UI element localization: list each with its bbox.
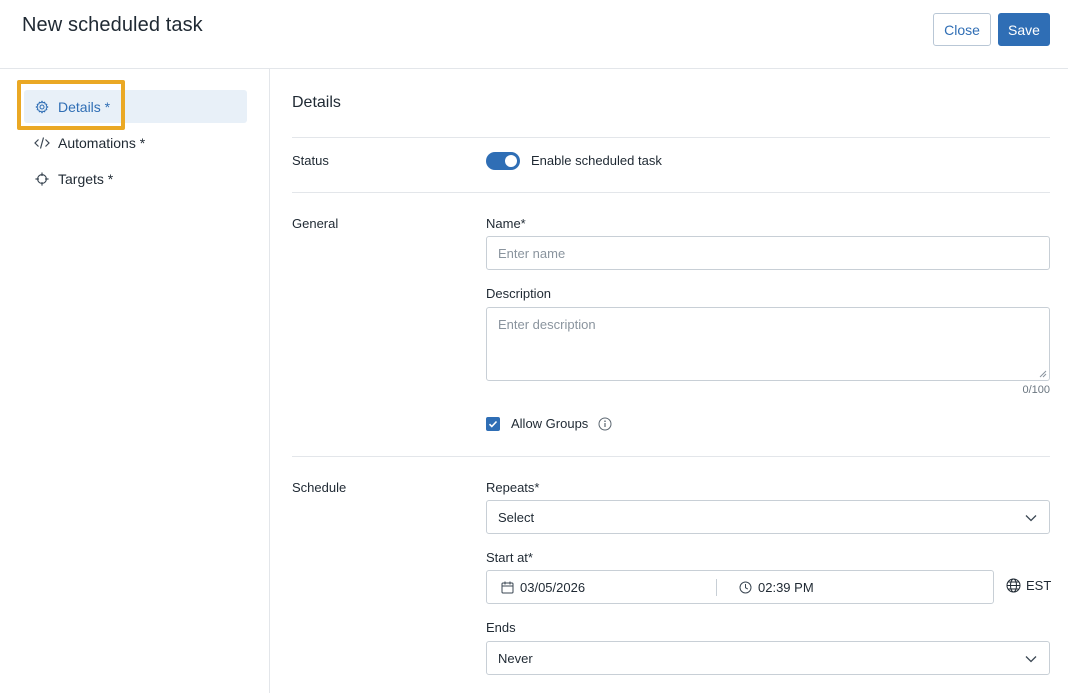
name-label: Name* [486, 216, 526, 231]
allow-groups-checkbox[interactable] [486, 417, 500, 431]
start-datetime-field: 03/05/2026 02:39 PM [486, 570, 994, 604]
info-icon[interactable] [598, 417, 612, 431]
calendar-icon [501, 581, 514, 593]
divider [292, 137, 1050, 138]
status-label: Status [292, 153, 329, 168]
crosshair-icon [34, 171, 50, 187]
page-title: New scheduled task [22, 14, 203, 36]
chevron-down-icon [1025, 515, 1037, 522]
check-icon [488, 420, 498, 428]
sidebar-item-automations[interactable]: Automations * [24, 126, 247, 159]
name-input[interactable]: Enter name [486, 236, 1050, 270]
ends-label: Ends [486, 620, 516, 635]
sidebar-item-targets[interactable]: Targets * [24, 162, 247, 195]
close-button[interactable]: Close [933, 13, 991, 46]
header: New scheduled task Close Save [0, 0, 1068, 69]
allow-groups-label: Allow Groups [511, 416, 589, 431]
toggle-knob [505, 155, 517, 167]
repeats-label: Repeats* [486, 480, 540, 495]
sidebar: Details * Automations * Targets * [0, 69, 270, 693]
enable-task-toggle[interactable] [486, 152, 520, 170]
globe-icon [1006, 578, 1021, 593]
repeats-value: Select [498, 509, 535, 525]
sidebar-item-label: Automations * [58, 134, 146, 151]
section-title: Details [292, 94, 341, 111]
chevron-down-icon [1025, 656, 1037, 663]
start-time-value: 02:39 PM [758, 579, 814, 595]
start-date-value: 03/05/2026 [520, 579, 586, 595]
gear-icon [34, 99, 50, 115]
main-content: Details Status Enable scheduled task Gen… [270, 69, 1068, 693]
enable-task-label: Enable scheduled task [531, 153, 662, 168]
general-label: General [292, 216, 339, 231]
description-placeholder: Enter description [498, 317, 596, 332]
start-date-input[interactable]: 03/05/2026 [501, 571, 585, 603]
sidebar-item-label: Details * [58, 98, 111, 115]
clock-icon [739, 581, 752, 593]
sidebar-item-details[interactable]: Details * [24, 90, 247, 123]
divider [292, 192, 1050, 193]
description-field[interactable]: Enter description [486, 307, 1050, 381]
repeats-select[interactable]: Select [486, 500, 1050, 534]
start-time-input[interactable]: 02:39 PM [739, 571, 814, 603]
divider [292, 456, 1050, 457]
ends-value: Never [498, 650, 533, 666]
timezone-selector[interactable]: EST [1006, 578, 1051, 593]
description-label: Description [486, 286, 552, 301]
timezone-value: EST [1026, 578, 1052, 593]
description-counter: 0/100 [1022, 384, 1050, 396]
save-button[interactable]: Save [998, 13, 1050, 46]
resize-grip-icon[interactable] [1039, 370, 1047, 378]
sidebar-item-label: Targets * [58, 170, 114, 187]
start-at-label: Start at* [486, 550, 533, 565]
code-icon [34, 135, 50, 151]
datetime-separator [716, 579, 717, 596]
ends-select[interactable]: Never [486, 641, 1050, 675]
schedule-label: Schedule [292, 480, 347, 495]
